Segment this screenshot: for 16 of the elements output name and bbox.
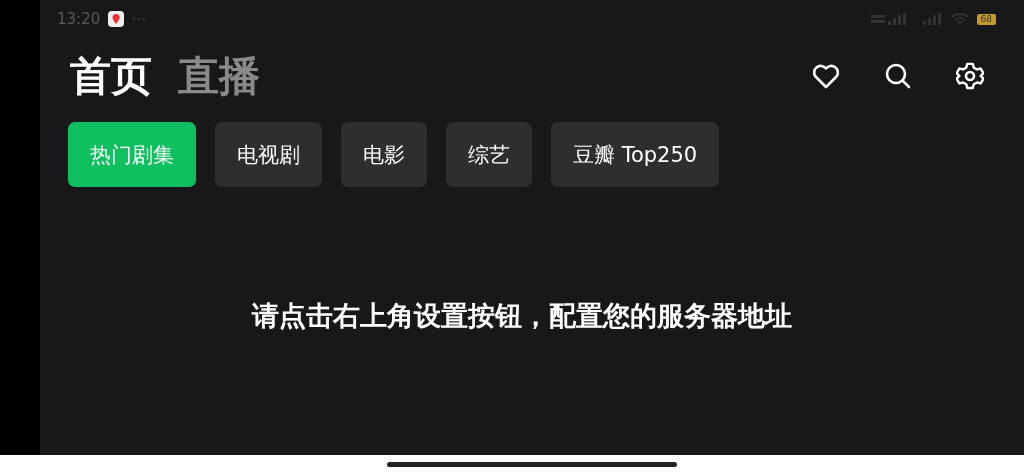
empty-state-message: 请点击右上角设置按钮，配置您的服务器地址 <box>252 299 792 333</box>
search-icon[interactable] <box>884 62 912 90</box>
category-chip[interactable]: 豆瓣 Top250 <box>551 122 720 187</box>
signal-icon <box>920 13 943 25</box>
wifi-icon <box>950 12 969 26</box>
tab[interactable]: 直播 <box>178 48 260 104</box>
heart-icon[interactable] <box>812 63 840 89</box>
settings-icon[interactable] <box>956 62 984 90</box>
category-chip[interactable]: 电视剧 <box>215 122 322 187</box>
category-chip[interactable]: 电影 <box>341 122 427 187</box>
home-indicator[interactable] <box>387 461 677 467</box>
battery-indicator: 68 <box>976 13 996 25</box>
category-chip[interactable]: 综艺 <box>446 122 532 187</box>
tab[interactable]: 首页 <box>70 48 152 104</box>
status-time: 13:20 <box>57 10 101 28</box>
map-pin-icon <box>108 11 125 27</box>
